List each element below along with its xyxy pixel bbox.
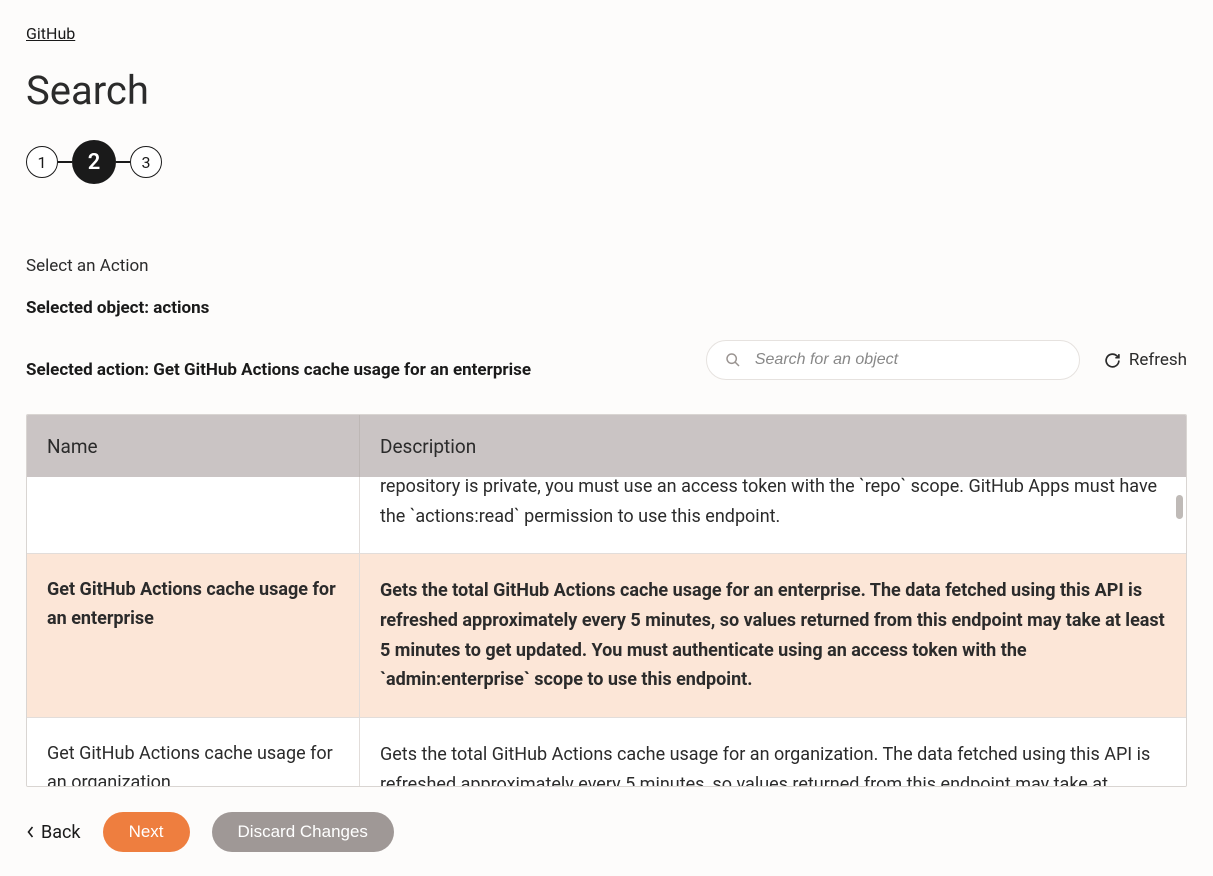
refresh-icon xyxy=(1104,352,1121,369)
cell-name: Get GitHub Actions cache usage for an or… xyxy=(27,718,360,786)
section-label: Select an Action xyxy=(26,256,1187,276)
cell-name: Get GitHub Actions cache usage for an en… xyxy=(27,554,360,717)
search-input[interactable] xyxy=(755,351,1061,369)
back-button[interactable]: Back xyxy=(26,822,81,843)
cell-description: Gets the total GitHub Actions cache usag… xyxy=(360,718,1186,786)
search-icon xyxy=(725,352,741,368)
discard-button[interactable]: Discard Changes xyxy=(212,812,394,852)
actions-table: Name Description repository is private, … xyxy=(26,414,1187,787)
back-label: Back xyxy=(41,822,81,843)
chevron-left-icon xyxy=(26,825,35,839)
selected-action-line: Selected action: Get GitHub Actions cach… xyxy=(26,360,531,380)
step-connector xyxy=(116,161,130,163)
scrollbar-thumb[interactable] xyxy=(1176,495,1183,519)
page-title: Search xyxy=(26,67,1187,114)
table-row[interactable]: repository is private, you must use an a… xyxy=(27,477,1186,553)
table-row[interactable]: Get GitHub Actions cache usage for an or… xyxy=(27,717,1186,786)
search-box[interactable] xyxy=(706,340,1080,380)
table-header: Name Description xyxy=(27,415,1186,477)
next-button[interactable]: Next xyxy=(103,812,190,852)
selected-object-line: Selected object: actions xyxy=(26,298,1187,318)
step-1[interactable]: 1 xyxy=(26,146,58,178)
cell-name xyxy=(27,477,360,553)
step-2[interactable]: 2 xyxy=(72,140,116,184)
column-header-description: Description xyxy=(360,435,1186,458)
column-header-name: Name xyxy=(27,415,360,477)
table-row[interactable]: Get GitHub Actions cache usage for an en… xyxy=(27,553,1186,717)
footer-bar: Back Next Discard Changes xyxy=(0,788,1213,876)
breadcrumb-github[interactable]: GitHub xyxy=(26,24,75,43)
table-body: repository is private, you must use an a… xyxy=(27,477,1186,786)
refresh-button[interactable]: Refresh xyxy=(1104,350,1187,370)
refresh-label: Refresh xyxy=(1129,350,1187,370)
step-3[interactable]: 3 xyxy=(130,146,162,178)
stepper: 1 2 3 xyxy=(26,140,1187,184)
cell-description: repository is private, you must use an a… xyxy=(360,477,1186,553)
step-connector xyxy=(58,161,72,163)
cell-description: Gets the total GitHub Actions cache usag… xyxy=(360,554,1186,717)
